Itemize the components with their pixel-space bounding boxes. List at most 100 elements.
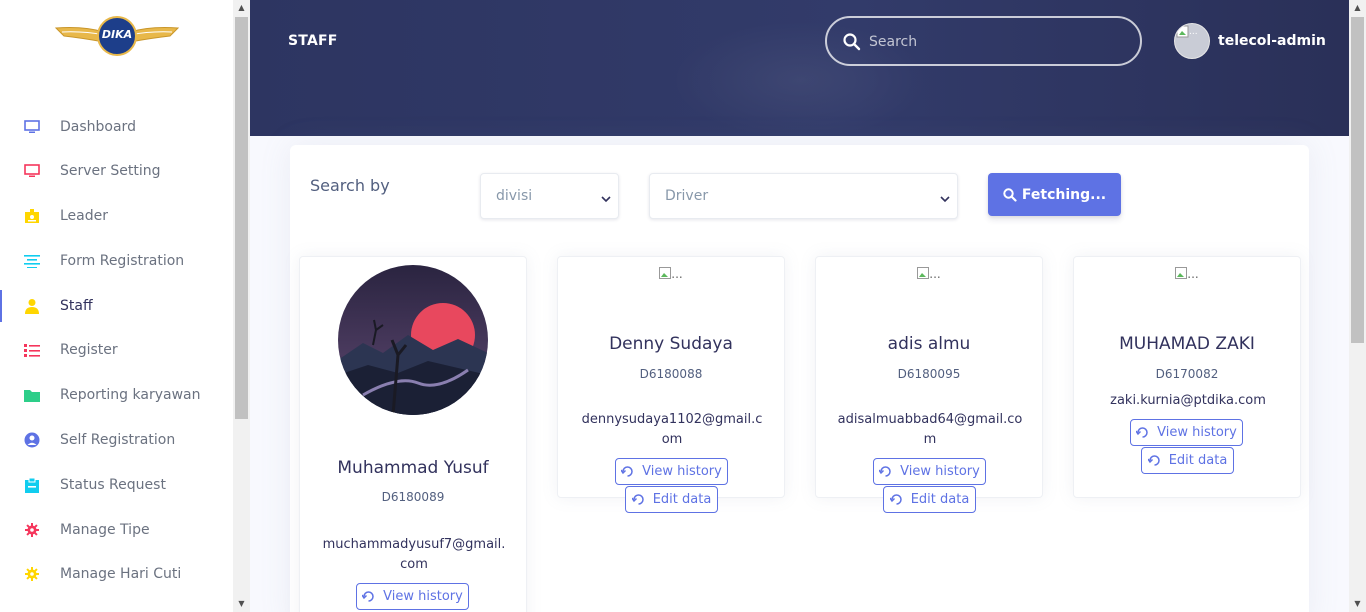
staff-card: Search by divisi Driver Fetching... Muha… xyxy=(290,145,1309,612)
avatar-alt-text: ... xyxy=(1189,27,1198,37)
scroll-up-arrow-icon[interactable]: ▲ xyxy=(233,0,250,14)
edit-icon xyxy=(631,493,645,506)
edit-icon xyxy=(1147,454,1161,467)
sidebar-item-label: Staff xyxy=(60,298,93,314)
chevron-down-icon xyxy=(939,190,951,203)
staff-name: Denny Sudaya xyxy=(609,334,733,354)
history-icon xyxy=(878,465,892,478)
page-scroll-thumb[interactable] xyxy=(1351,17,1364,343)
sidebar-item-manage-hari-cuti[interactable]: Manage Hari Cuti xyxy=(0,554,233,594)
header-search[interactable] xyxy=(825,16,1142,66)
view-history-label: View history xyxy=(383,589,463,604)
sidebar-scroll-thumb[interactable] xyxy=(235,17,248,419)
sidebar-item-label: Form Registration xyxy=(60,253,185,269)
search-icon xyxy=(1003,187,1017,202)
badge-icon xyxy=(23,207,41,225)
scroll-up-arrow-icon[interactable]: ▲ xyxy=(1349,0,1366,14)
sidebar-item-reporting-karyawan[interactable]: Reporting karyawan xyxy=(0,375,233,415)
value-select-value: Driver xyxy=(665,188,709,204)
sidebar-item-label: Register xyxy=(60,342,118,358)
search-by-label: Search by xyxy=(310,176,390,195)
staff-photo: ... xyxy=(558,267,784,281)
field-select[interactable]: divisi xyxy=(480,173,619,219)
broken-image-icon xyxy=(917,267,930,279)
user-circle-icon xyxy=(23,431,41,449)
scroll-down-arrow-icon[interactable]: ▼ xyxy=(1349,596,1366,610)
staff-name: Muhammad Yusuf xyxy=(337,458,489,478)
staff-card-item: ... adis almu D6180095 adisalmuabbad64@g… xyxy=(815,256,1043,513)
align-center-icon xyxy=(23,252,41,270)
user-name: telecol-admin xyxy=(1218,33,1326,49)
edit-data-label: Edit data xyxy=(652,492,712,507)
history-icon xyxy=(1135,426,1149,439)
sidebar-item-staff[interactable]: Staff xyxy=(0,286,233,326)
sidebar-item-label: Server Setting xyxy=(60,163,161,179)
single-user-icon xyxy=(23,297,41,315)
fetch-button-label: Fetching... xyxy=(1021,186,1107,203)
edit-data-label: Edit data xyxy=(1168,453,1228,468)
gear-icon xyxy=(23,521,41,539)
photo-alt-text: ... xyxy=(1187,267,1199,281)
dika-logo[interactable]: DIKA xyxy=(54,16,180,56)
sun-icon xyxy=(23,565,41,583)
broken-image-icon xyxy=(1176,25,1189,38)
field-select-value: divisi xyxy=(496,188,533,204)
edit-data-button[interactable]: Edit data xyxy=(1141,447,1234,474)
avatar[interactable]: ... xyxy=(1174,23,1210,59)
broken-image-icon xyxy=(1175,267,1188,279)
sidebar-item-label: Reporting karyawan xyxy=(60,387,201,403)
sidebar-item-label: Manage Hari Cuti xyxy=(60,566,182,582)
view-history-label: View history xyxy=(900,464,980,479)
sidebar: DIKA Dashboard Server Setting Leader For… xyxy=(0,0,233,612)
scroll-down-arrow-icon[interactable]: ▼ xyxy=(233,596,250,610)
edit-icon xyxy=(889,493,903,506)
sidebar-item-dashboard[interactable]: Dashboard xyxy=(0,107,233,147)
staff-photo xyxy=(338,265,488,415)
value-select[interactable]: Driver xyxy=(649,173,958,219)
edit-data-button[interactable]: Edit data xyxy=(883,486,976,513)
view-history-button[interactable]: View history xyxy=(873,458,986,485)
sidebar-item-leader[interactable]: Leader xyxy=(0,196,233,236)
staff-card-item: Muhammad Yusuf D6180089 muchammadyusuf7@… xyxy=(299,256,527,612)
view-history-button[interactable]: View history xyxy=(615,458,728,485)
top-header: STAFF ... telecol-admin xyxy=(250,0,1349,136)
search-input[interactable] xyxy=(869,30,1109,54)
clipboard-icon xyxy=(23,476,41,494)
staff-email: muchammadyusuf7@gmail.com xyxy=(322,537,506,572)
edit-data-label: Edit data xyxy=(910,492,970,507)
page-scrollbar[interactable]: ▲ ▼ xyxy=(1349,0,1366,612)
view-history-button[interactable]: View history xyxy=(356,583,469,610)
monitor-icon xyxy=(23,162,41,180)
user-menu[interactable]: ... telecol-admin xyxy=(1174,23,1326,59)
chevron-down-icon xyxy=(600,190,612,203)
sidebar-item-server-setting[interactable]: Server Setting xyxy=(0,151,233,191)
folder-icon xyxy=(23,386,41,404)
page-title: STAFF xyxy=(288,33,338,49)
sidebar-item-self-registration[interactable]: Self Registration xyxy=(0,420,233,460)
monitor-icon xyxy=(23,118,41,136)
sidebar-item-manage-tipe[interactable]: Manage Tipe xyxy=(0,510,233,550)
photo-alt-text: ... xyxy=(929,267,941,281)
staff-photo: ... xyxy=(1074,267,1300,281)
sidebar-item-label: Leader xyxy=(60,208,109,224)
history-icon xyxy=(620,465,634,478)
history-icon xyxy=(361,590,375,603)
sidebar-item-form-registration[interactable]: Form Registration xyxy=(0,241,233,281)
staff-photo: ... xyxy=(816,267,1042,281)
fetch-button[interactable]: Fetching... xyxy=(988,173,1121,216)
sidebar-scrollbar[interactable]: ▲ ▼ xyxy=(233,0,250,612)
staff-email: zaki.kurnia@ptdika.com xyxy=(1110,393,1266,408)
staff-card-item: ... Denny Sudaya D6180088 dennysudaya110… xyxy=(557,256,785,513)
sidebar-item-label: Status Request xyxy=(60,477,166,493)
photo-alt-text: ... xyxy=(671,267,683,281)
staff-code: D6180088 xyxy=(639,367,703,381)
view-history-label: View history xyxy=(1157,425,1237,440)
view-history-button[interactable]: View history xyxy=(1130,419,1243,446)
bullet-list-icon xyxy=(23,341,41,359)
sidebar-item-label: Dashboard xyxy=(60,119,136,135)
logo-text: DIKA xyxy=(101,28,133,41)
sidebar-item-register[interactable]: Register xyxy=(0,330,233,370)
search-icon xyxy=(843,33,861,51)
sidebar-item-status-request[interactable]: Status Request xyxy=(0,465,233,505)
edit-data-button[interactable]: Edit data xyxy=(625,486,718,513)
